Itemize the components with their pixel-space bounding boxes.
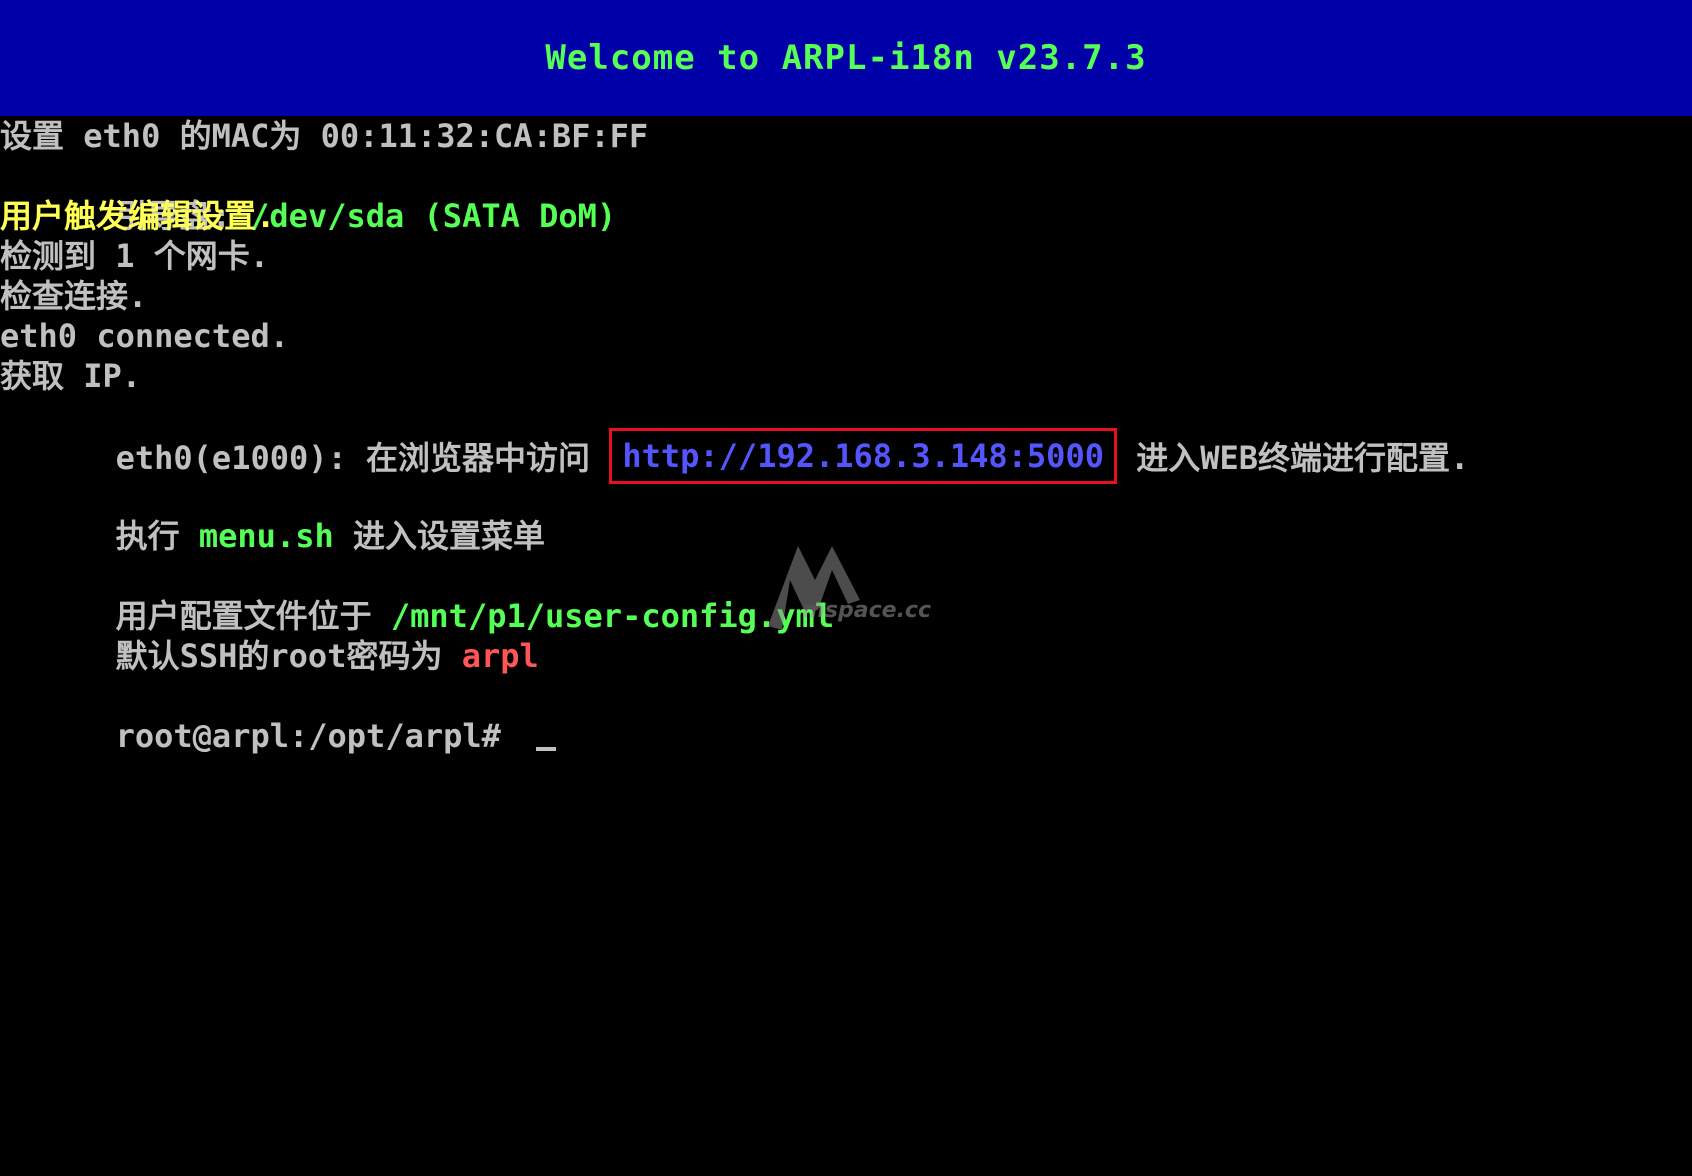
shell-prompt-line[interactable]: root@arpl:/opt/arpl# bbox=[0, 676, 557, 755]
text-cursor bbox=[536, 747, 557, 751]
watermark: mspace.cc bbox=[760, 540, 960, 640]
web-url-link[interactable]: http://192.168.3.148:5000 bbox=[609, 428, 1117, 484]
menu-hint-prefix: 执行 bbox=[115, 517, 199, 555]
get-ip-line: 获取 IP. bbox=[0, 357, 142, 395]
config-path-line: 用户配置文件位于 /mnt/p1/user-config.yml bbox=[0, 556, 834, 635]
mac-line: 设置 eth0 的MAC为 00:11:32:CA:BF:FF bbox=[0, 117, 649, 155]
shell-prompt: root@arpl:/opt/arpl# bbox=[115, 717, 521, 755]
boot-disk-type: (SATA DoM) bbox=[404, 197, 617, 235]
boot-disk-line: 引导盘: /dev/sda (SATA DoM) bbox=[0, 156, 617, 235]
ssh-password-prefix: 默认SSH的root密码为 bbox=[115, 637, 462, 675]
web-access-suffix: 进入WEB终端进行配置. bbox=[1116, 439, 1470, 477]
ssh-password: arpl bbox=[461, 637, 539, 675]
menu-hint-suffix: 进入设置菜单 bbox=[333, 517, 546, 555]
eth0-connected-line: eth0 connected. bbox=[0, 317, 289, 355]
web-access-prefix: eth0(e1000): 在浏览器中访问 bbox=[115, 439, 610, 477]
ssh-password-line: 默认SSH的root密码为 arpl bbox=[0, 596, 539, 675]
menu-hint-line: 执行 menu.sh 进入设置菜单 bbox=[0, 476, 545, 555]
terminal-screen[interactable]: Welcome to ARPL-i18n v23.7.3 设置 eth0 的MA… bbox=[0, 0, 1692, 1176]
menu-command: menu.sh bbox=[198, 517, 334, 555]
banner-title: Welcome to ARPL-i18n v23.7.3 bbox=[545, 38, 1147, 78]
welcome-banner: Welcome to ARPL-i18n v23.7.3 bbox=[0, 0, 1692, 116]
user-triggered-line: 用户触发编辑设置. bbox=[0, 197, 276, 235]
nic-detected-line: 检测到 1 个网卡. bbox=[0, 237, 270, 275]
watermark-text: mspace.cc bbox=[802, 598, 932, 623]
check-connection-line: 检查连接. bbox=[0, 277, 148, 315]
web-access-line: eth0(e1000): 在浏览器中访问 http://192.168.3.14… bbox=[0, 396, 1469, 484]
